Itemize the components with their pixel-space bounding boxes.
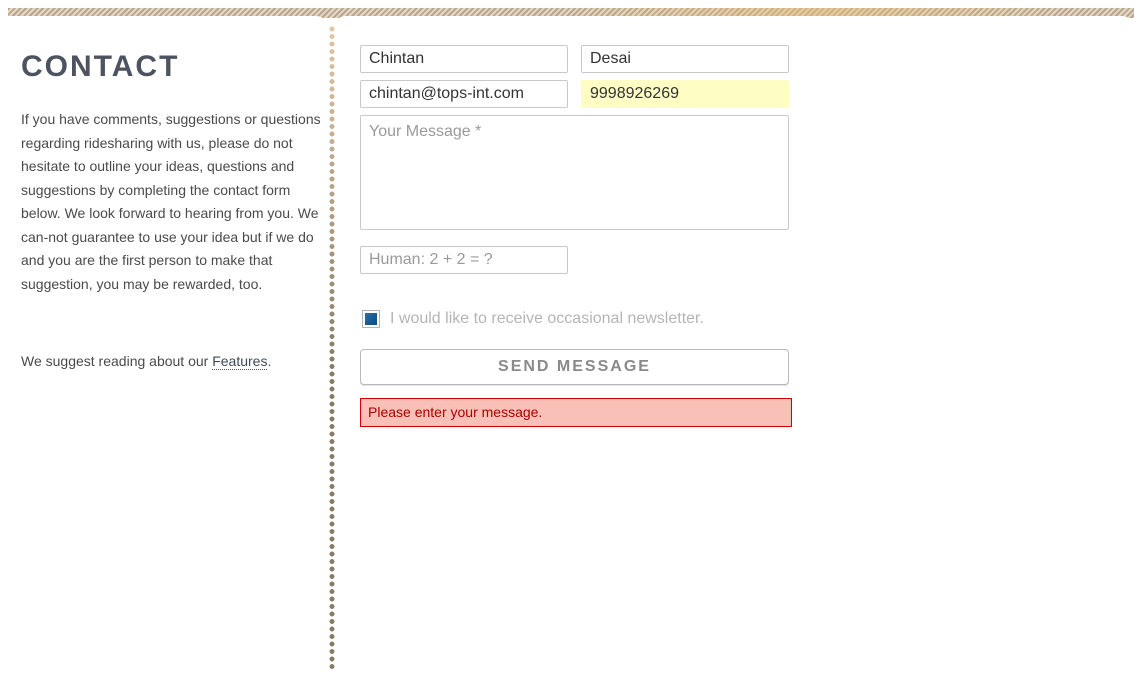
email-input[interactable] [360,80,568,108]
first-name-input[interactable] [360,45,568,73]
send-message-button[interactable]: SEND MESSAGE [360,349,789,385]
human-check-input[interactable] [360,246,568,274]
intro-text: If you have comments, suggestions or que… [21,111,321,292]
suggest-text: We suggest reading about our Features. [21,350,271,373]
newsletter-checkbox[interactable] [362,310,380,328]
last-name-input[interactable] [581,45,789,73]
phone-input[interactable] [581,80,789,108]
suggest-suffix: . [267,353,272,369]
dotted-divider-tint [329,26,337,366]
message-textarea[interactable] [360,115,789,230]
error-message: Please enter your message. [360,398,792,427]
features-link[interactable]: Features [212,353,268,370]
checkbox-checked-indicator [365,313,377,325]
page-title: CONTACT [21,50,180,83]
newsletter-label[interactable]: I would like to receive occasional newsl… [390,310,704,328]
suggest-prefix: We suggest reading about our [21,353,213,369]
newsletter-row: I would like to receive occasional newsl… [362,310,704,328]
